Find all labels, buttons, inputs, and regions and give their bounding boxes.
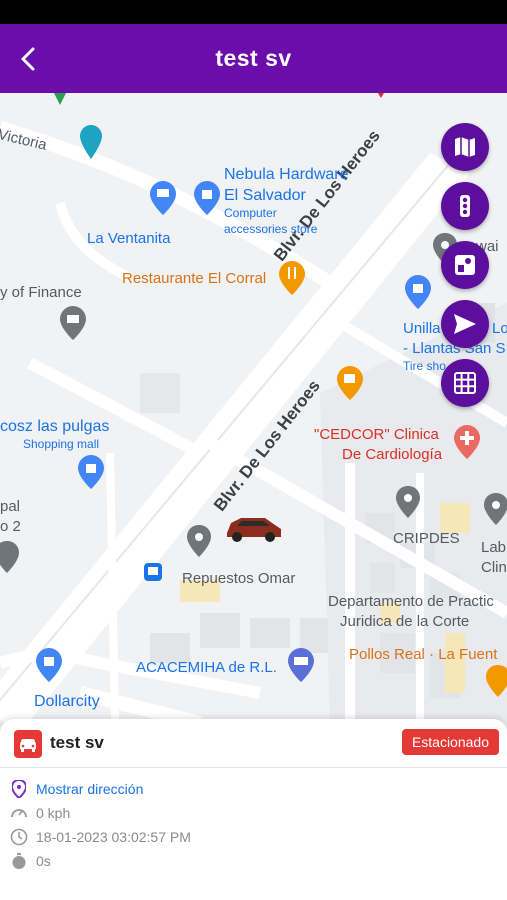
navigate-icon — [454, 314, 476, 334]
poi-lab-line1[interactable]: Lab — [481, 539, 506, 556]
share-pin-icon — [80, 125, 102, 159]
poi-pulgas-sub: Shopping mall — [23, 437, 100, 451]
traffic-icon — [460, 195, 470, 217]
poi-cedcor-line1[interactable]: "CEDCOR" Clinica — [314, 426, 439, 443]
location-pin-icon — [396, 486, 420, 518]
status-bar — [0, 0, 507, 24]
government-pin-icon — [0, 541, 19, 573]
restaurant-pin-icon — [486, 665, 507, 697]
shopping-cart-pin-icon — [150, 181, 176, 215]
vehicle-info-panel: test sv Estacionado Mostrar dirección 0 … — [0, 719, 507, 900]
poi-marker-cedcor[interactable] — [454, 425, 480, 464]
back-button[interactable] — [14, 44, 44, 74]
poi-o2[interactable]: o 2 — [0, 518, 21, 535]
street-view-icon — [455, 255, 475, 275]
timestamp-value: 18-01-2023 03:02:57 PM — [36, 829, 191, 845]
poi-nebula-line1[interactable]: Nebula Hardware — [224, 166, 349, 184]
bus-stop-marker[interactable] — [144, 563, 162, 586]
car-icon — [20, 739, 36, 752]
poi-unilla-line1b[interactable]: Lo — [492, 320, 507, 337]
vehicle-marker[interactable] — [223, 513, 283, 550]
poi-dollarcity[interactable]: Dollarcity — [34, 693, 100, 711]
timestamp-row: 18-01-2023 03:02:57 PM — [10, 827, 191, 847]
poi-marker-nebula[interactable] — [194, 181, 220, 220]
poi-la-ventanita[interactable]: La Ventanita — [87, 230, 170, 247]
poi-nebula-sub2: accessories store — [224, 222, 318, 236]
location-pin-icon — [187, 525, 211, 557]
poi-ministry-finance[interactable]: y of Finance — [0, 284, 82, 301]
page-title: test sv — [215, 45, 292, 71]
speedometer-icon — [10, 804, 28, 822]
map-layers-icon — [455, 137, 475, 157]
poi-marker-pollos[interactable] — [486, 665, 507, 702]
poi-departamento-line1[interactable]: Departamento de Practic — [328, 593, 494, 610]
poi-marker-teal[interactable] — [80, 125, 102, 164]
poi-marker-finance[interactable] — [60, 306, 86, 345]
poi-marker-corral[interactable] — [279, 261, 305, 300]
clock-icon — [10, 828, 28, 846]
government-pin-icon — [60, 306, 86, 340]
poi-departamento-line2[interactable]: Juridica de la Corte — [340, 613, 469, 630]
duration-value: 0s — [36, 853, 51, 869]
poi-unilla-sub: Tire sho — [403, 359, 446, 373]
poi-lab-line2[interactable]: Clin — [481, 559, 507, 576]
map-type-button[interactable] — [441, 123, 489, 171]
vehicle-name: test sv — [50, 733, 104, 752]
shopping-bag-pin-icon — [36, 648, 62, 682]
grid-icon — [454, 372, 476, 394]
poi-marker-cripdes[interactable] — [396, 486, 420, 523]
back-arrow-icon — [21, 47, 35, 71]
speed-value: 0 kph — [36, 805, 71, 821]
poi-nebula-sub1: Computer — [224, 206, 277, 220]
poi-marker-pal[interactable] — [0, 541, 19, 578]
navigate-button[interactable] — [441, 300, 489, 348]
show-address-link[interactable]: Mostrar dirección — [36, 781, 143, 797]
shopping-bag-pin-icon — [405, 275, 431, 309]
shopping-bag-pin-icon — [78, 455, 104, 489]
bank-pin-icon — [288, 648, 314, 682]
poi-pulgas[interactable]: cosz las pulgas — [0, 418, 109, 436]
poi-marker-dollarcity[interactable] — [36, 648, 62, 687]
shopping-bag-pin-icon — [194, 181, 220, 215]
app-bar: test sv — [0, 24, 507, 93]
poi-cedcor-line2[interactable]: De Cardiología — [342, 446, 442, 463]
poi-acacemiha[interactable]: ACACEMIHA de R.L. — [136, 659, 277, 676]
poi-cripdes[interactable]: CRIPDES — [393, 530, 460, 547]
poi-marker-pulgas[interactable] — [78, 455, 104, 494]
poi-marker-shopping[interactable] — [150, 181, 176, 220]
vehicle-type-badge — [14, 730, 42, 758]
poi-pal[interactable]: pal — [0, 498, 20, 515]
grid-button[interactable] — [441, 359, 489, 407]
panel-divider — [0, 767, 507, 768]
poi-restaurante-el-corral[interactable]: Restaurante El Corral — [122, 270, 266, 287]
hospital-pin-icon — [454, 425, 480, 459]
car-icon — [227, 518, 281, 542]
poi-nebula-line2[interactable]: El Salvador — [224, 187, 306, 205]
duration-row: 0s — [10, 851, 51, 871]
status-badge: Estacionado — [401, 729, 499, 755]
poi-pollos-real[interactable]: Pollos Real · La Fuent — [349, 646, 497, 663]
location-pin-icon — [10, 780, 28, 798]
map-view[interactable]: Blvr. De Los Heroes Blvr. De Los Heroes … — [0, 93, 507, 723]
poi-marker-acacemiha[interactable] — [288, 648, 314, 687]
street-view-button[interactable] — [441, 241, 489, 289]
restaurant-pin-icon — [279, 261, 305, 295]
poi-marker-repuestos[interactable] — [187, 525, 211, 562]
speed-row: 0 kph — [10, 803, 70, 823]
bus-icon — [144, 563, 162, 581]
poi-repuestos-omar[interactable]: Repuestos Omar — [182, 570, 295, 587]
location-pin-icon — [484, 493, 507, 525]
poi-marker-lab[interactable] — [484, 493, 507, 530]
poi-marker-cafe[interactable] — [337, 366, 363, 405]
poi-marker-unilla[interactable] — [405, 275, 431, 314]
cafe-pin-icon — [337, 366, 363, 400]
poi-unilla-line1[interactable]: Unilla — [403, 320, 441, 337]
show-address-row[interactable]: Mostrar dirección — [10, 779, 143, 799]
traffic-button[interactable] — [441, 182, 489, 230]
stopwatch-icon — [10, 852, 28, 870]
